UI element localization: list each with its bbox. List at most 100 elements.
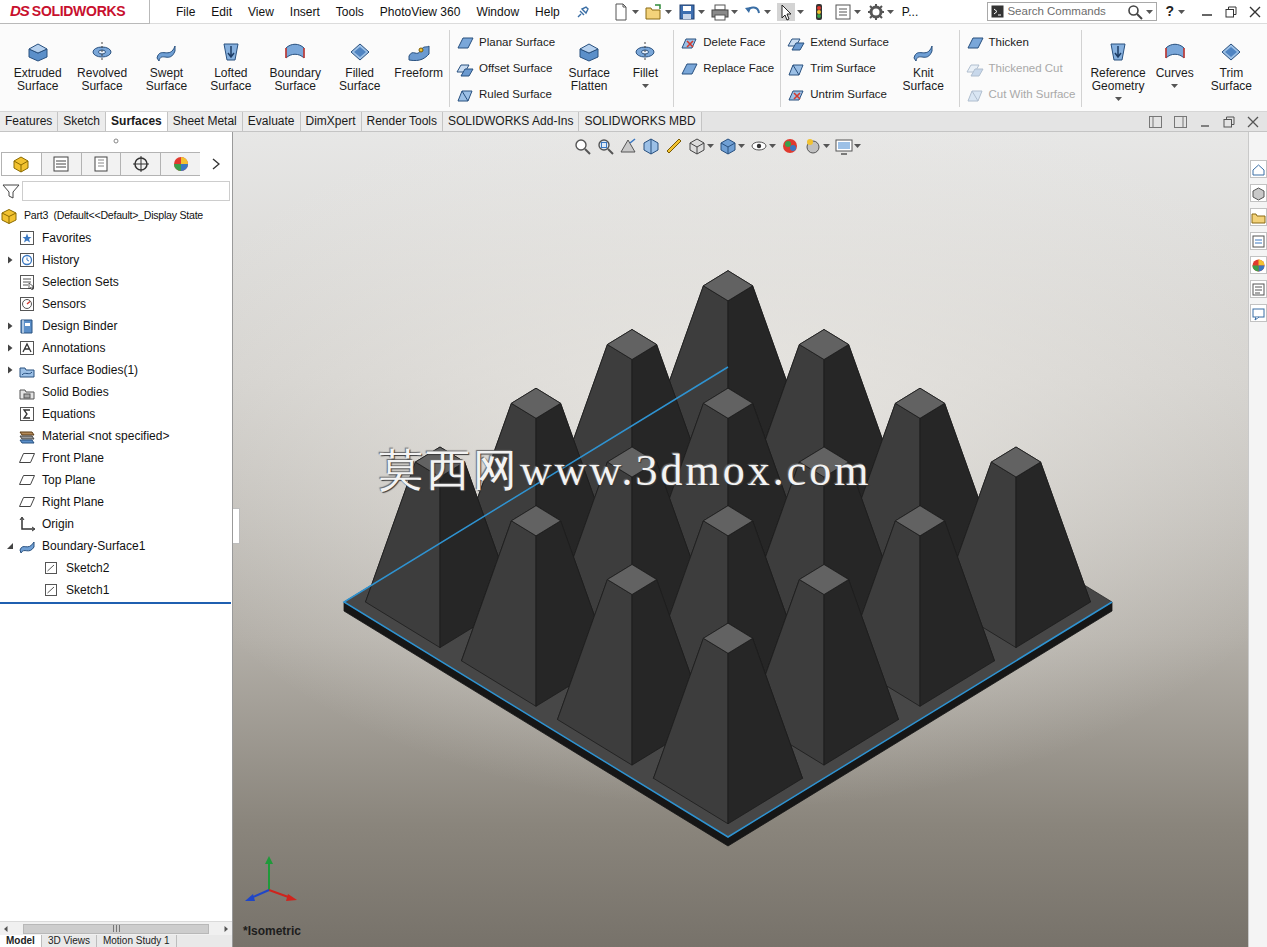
dropdown-arrow-icon[interactable] [1146,10,1153,14]
hide-show-icon[interactable] [750,137,768,155]
bottom-tab[interactable]: Model [0,935,42,947]
command-tab[interactable]: Sketch [58,112,106,131]
tree-item-label[interactable]: Top Plane [42,471,95,489]
select-icon[interactable] [777,3,795,21]
ribbon-button-label[interactable]: Curves [1156,67,1194,80]
dropdown-arrow-icon[interactable] [854,144,861,148]
ribbon-button[interactable]: Filled Surface [330,30,389,103]
new-document-icon[interactable] [612,3,630,21]
view-tool-button[interactable] [573,137,591,155]
ribbon-small-button[interactable]: Planar Surface [456,30,555,56]
dropdown-arrow-icon[interactable] [698,10,705,14]
tree-item[interactable]: Surface Bodies(1) [0,359,232,381]
ribbon-button-label[interactable]: Extruded Surface [8,67,67,93]
collapse-arrow-icon[interactable] [6,542,14,550]
zoom-to-fit-icon[interactable] [573,137,591,155]
dynamic-annotation-icon[interactable] [665,137,683,155]
panel-tab[interactable] [41,152,81,176]
command-tab[interactable]: SOLIDWORKS Add-Ins [443,112,579,131]
dropdown-arrow-icon[interactable] [632,10,639,14]
section-view-icon[interactable] [642,137,660,155]
tree-item[interactable]: Part3 (Default<<Default>_Display State [0,205,232,227]
ribbon-button[interactable]: Revolved Surface [72,30,131,103]
ribbon-small-button[interactable]: Delete Face [680,30,774,56]
dropdown-arrow-icon[interactable] [764,10,771,14]
collapse-arrow-icon[interactable] [6,542,14,550]
section-view-icon[interactable] [642,137,660,155]
file-properties-icon[interactable] [834,3,852,21]
expand-arrow-icon[interactable] [6,322,14,330]
tree-item[interactable]: Material <not specified> [0,425,232,447]
ribbon-button[interactable]: Curves [1153,30,1197,90]
panel-tab[interactable] [81,152,121,176]
tree-item-label[interactable]: Favorites [42,229,91,247]
tile-right-icon[interactable] [1174,116,1187,128]
ribbon-button-label[interactable]: Freeform [394,67,443,80]
view-palette-icon[interactable] [1251,234,1266,249]
toolbar-overflow[interactable]: P... [902,3,918,21]
restore-icon[interactable] [1225,6,1237,18]
tree-item-label[interactable]: Sensors [42,295,86,313]
command-tab[interactable]: Features [0,112,58,131]
open-icon[interactable] [645,3,663,21]
design-library-icon[interactable] [1251,186,1266,201]
search-icon[interactable] [1127,4,1143,20]
apply-scene-icon[interactable] [804,137,822,155]
tree-item[interactable]: Origin [0,513,232,535]
display-style-icon[interactable] [719,137,737,155]
ribbon-small-button[interactable]: Offset Surface [456,56,555,82]
tree-item[interactable]: Sensors [0,293,232,315]
dropdown-slot[interactable] [642,82,649,90]
scroll-left-icon[interactable] [0,923,12,935]
document-restore-icon[interactable] [1223,116,1235,128]
expander[interactable] [2,362,18,378]
command-tab[interactable]: Surfaces [106,112,168,131]
tree-item-label[interactable]: Selection Sets [42,273,119,291]
ribbon-button[interactable]: Extruded Surface [8,30,67,103]
tree-item-label[interactable]: Solid Bodies [42,383,109,401]
expander[interactable] [2,538,18,554]
quick-access-button[interactable] [645,3,672,21]
dropdown-arrow-icon[interactable] [887,10,894,14]
task-pane-tab[interactable] [1250,208,1267,226]
dropdown-arrow-icon[interactable] [854,10,861,14]
dropdown-arrow-icon[interactable] [698,10,705,14]
dropdown-arrow-icon[interactable] [887,10,894,14]
tree-item[interactable]: Favorites [0,227,232,249]
dropdown-arrow-icon[interactable] [1115,97,1122,101]
file-explorer-icon[interactable] [1251,210,1266,225]
tile-right-icon[interactable] [1174,116,1187,128]
new-document-icon[interactable] [612,3,630,21]
open-icon[interactable] [645,3,663,21]
tree-item[interactable]: History [0,249,232,271]
file-explorer-icon[interactable] [1251,210,1266,225]
panel-tab[interactable] [160,152,200,176]
horizontal-scrollbar[interactable] [0,921,232,935]
dropdown-arrow-icon[interactable] [707,144,714,148]
tree-item-label[interactable]: Annotations [42,339,105,357]
panel-tabs-more[interactable] [200,152,232,176]
options-icon[interactable] [867,3,885,21]
scrollbar-track[interactable] [12,923,220,935]
ribbon-small-label[interactable]: Planar Surface [479,34,555,51]
dropdown-arrow-icon[interactable] [1146,10,1153,14]
tree-item-label[interactable]: Material <not specified> [42,427,169,445]
displaymanager-tab-icon[interactable] [172,155,190,173]
grip-icon[interactable] [113,138,119,144]
tree-item[interactable]: Boundary-Surface1 [0,535,232,557]
ribbon-button[interactable]: Reference Geometry [1088,30,1147,103]
undo-icon[interactable] [744,3,762,21]
minimize-icon[interactable] [1201,6,1213,18]
ribbon-button-label[interactable]: Knit Surface [894,67,953,93]
expander[interactable] [2,252,18,268]
minimize-icon[interactable] [1201,6,1213,18]
scroll-left-icon[interactable] [0,923,12,935]
view-tool-button[interactable] [642,137,660,155]
view-orientation-icon[interactable] [688,137,706,155]
resources-icon[interactable] [1251,306,1266,321]
view-orientation-icon[interactable] [688,137,706,155]
document-minimize-icon[interactable] [1199,116,1211,128]
ribbon-small-button[interactable]: Thicken [966,30,1076,56]
save-icon[interactable] [678,3,696,21]
scroll-right-icon[interactable] [220,923,232,935]
